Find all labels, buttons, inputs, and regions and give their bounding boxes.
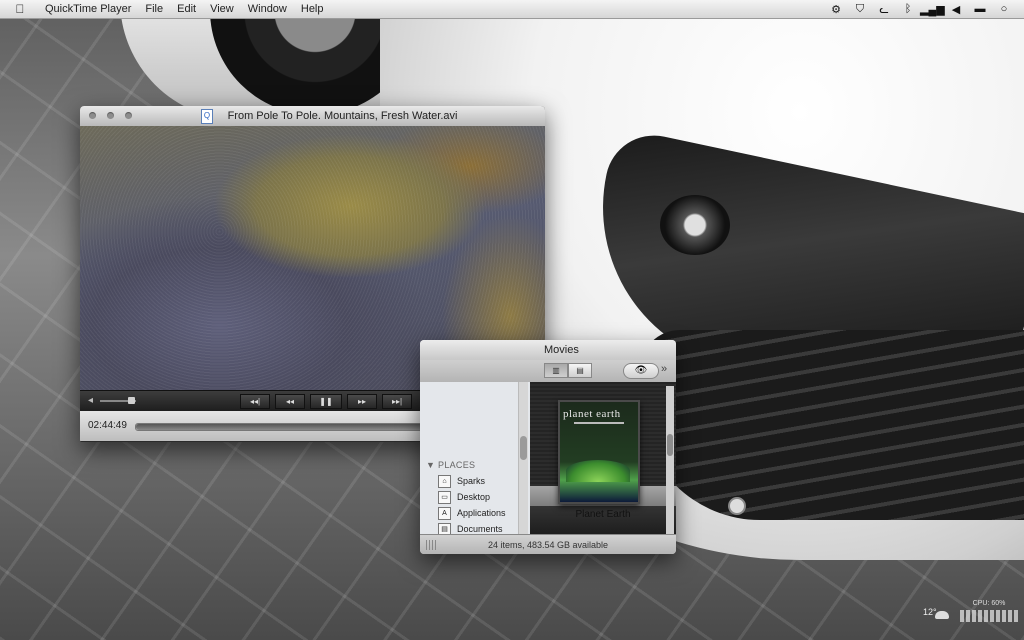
pause-button[interactable]: ❚❚	[310, 394, 342, 409]
finder-window: Movies ▥ ▤ 👁 » ▼ PLACES ⌂ Sparks ▭ Deskt…	[420, 340, 676, 554]
finder-statusbar: 24 items, 483.54 GB available	[420, 534, 676, 554]
menu-help[interactable]: Help	[294, 3, 331, 15]
sidebar-item-label: Desktop	[457, 492, 491, 502]
content-scrollbar[interactable]	[666, 386, 674, 534]
status-text: 24 items, 483.54 GB available	[487, 540, 609, 550]
applications-icon: A	[438, 506, 451, 520]
home-icon: ⌂	[438, 474, 451, 488]
finder-title: Movies	[544, 344, 579, 356]
apple-menu-icon[interactable]: 	[12, 2, 28, 16]
window-title: From Pole To Pole. Mountains, Fresh Wate…	[227, 110, 458, 122]
coverflow-view-button[interactable]: ▤	[568, 363, 592, 378]
sidebar-item-label: Applications	[457, 508, 506, 518]
sidebar-item-sparks[interactable]: ⌂ Sparks	[438, 474, 485, 488]
battery-icon[interactable]: ▬	[968, 3, 992, 15]
sidebar-item-desktop[interactable]: ▭ Desktop	[438, 490, 490, 504]
column-view-button[interactable]: ▥	[544, 363, 568, 378]
sidebar-item-applications[interactable]: A Applications	[438, 506, 506, 520]
places-header[interactable]: ▼ PLACES	[426, 460, 475, 470]
fast-forward-button[interactable]: ▸▸	[347, 394, 377, 409]
dvd-title: planet earth	[563, 408, 621, 420]
app-menu[interactable]: QuickTime Player	[38, 3, 138, 15]
elapsed-time: 02:44:49	[88, 420, 127, 431]
rewind-button[interactable]: ◂◂	[275, 394, 305, 409]
car-lamp	[660, 195, 730, 255]
signal-icon[interactable]: ▂▄▆	[920, 3, 945, 16]
skip-forward-button[interactable]: ▸▸|	[382, 394, 412, 409]
finder-toolbar: ▥ ▤ 👁 »	[420, 360, 676, 383]
bird-icon[interactable]: ⛉	[848, 3, 872, 16]
spotlight-icon[interactable]: ○	[992, 3, 1016, 15]
menubar:  QuickTime Player File Edit View Window…	[0, 0, 1024, 19]
bluetooth-icon[interactable]: ᛒ	[896, 3, 920, 15]
volume-icon[interactable]: ◀	[944, 3, 968, 16]
menu-window[interactable]: Window	[241, 3, 294, 15]
cat-icon[interactable]: ᓚ	[872, 3, 896, 16]
gear-icon[interactable]: ⚙	[824, 3, 848, 16]
coverflow-area[interactable]: planet earth Planet Earth	[530, 382, 676, 534]
cpu-bars	[960, 610, 1018, 622]
menu-edit[interactable]: Edit	[170, 3, 203, 15]
finder-titlebar[interactable]: Movies	[420, 340, 676, 360]
sidebar-item-label: Documents	[457, 524, 503, 534]
dvd-cover[interactable]: planet earth	[558, 400, 640, 504]
cpu-label: CPU: 60%	[972, 600, 1006, 607]
status-menu-area: ⚙ ⛉ ᓚ ᛒ ▂▄▆ ◀ ▬ ○	[824, 0, 1016, 18]
chevron-right-icon[interactable]: »	[661, 363, 667, 375]
selected-item-label: Planet Earth	[575, 509, 631, 520]
speaker-icon: ◂	[88, 395, 94, 406]
volume-knob[interactable]	[128, 397, 135, 404]
skip-back-button[interactable]: ◂◂|	[240, 394, 270, 409]
desktop-icon: ▭	[438, 490, 451, 504]
sidebar-scrollbar[interactable]	[518, 382, 528, 534]
scrubber-progress	[136, 424, 469, 430]
cloud-icon	[935, 611, 949, 619]
cpu-widget: CPU: 60%	[960, 600, 1018, 622]
car-sensor	[728, 497, 746, 515]
quick-look-button[interactable]: 👁	[623, 363, 659, 379]
quicktime-titlebar[interactable]: Q From Pole To Pole. Mountains, Fresh Wa…	[80, 106, 545, 126]
menu-file[interactable]: File	[138, 3, 170, 15]
finder-sidebar: ▼ PLACES ⌂ Sparks ▭ Desktop A Applicatio…	[420, 382, 531, 536]
menu-view[interactable]: View	[203, 3, 241, 15]
sidebar-item-label: Sparks	[457, 476, 486, 486]
car-grille	[640, 330, 1024, 520]
